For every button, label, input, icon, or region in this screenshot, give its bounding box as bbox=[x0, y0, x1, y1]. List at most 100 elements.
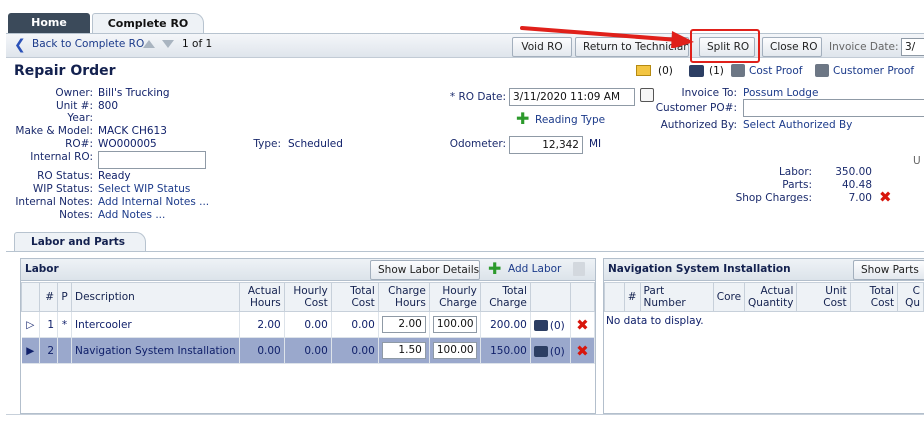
internal-notes-link[interactable]: Add Internal Notes ... bbox=[98, 196, 209, 208]
row-charge-hours[interactable]: 2.00 bbox=[378, 311, 430, 338]
internal-ro-input[interactable] bbox=[98, 151, 206, 169]
row-p: * bbox=[57, 311, 72, 338]
row-photos[interactable]: (0) bbox=[530, 311, 571, 338]
row-photo-count: (0) bbox=[549, 319, 565, 332]
make-model-value: MACK CH613 bbox=[98, 125, 167, 137]
unit-label: Unit #: bbox=[55, 100, 93, 112]
page-title: Repair Order bbox=[14, 63, 116, 79]
tab-complete-ro[interactable]: Complete RO bbox=[92, 13, 204, 34]
unit-value: 800 bbox=[98, 100, 119, 112]
labor-total-value: 350.00 bbox=[835, 166, 872, 178]
table-row[interactable]: ▶ 2 Navigation System Installation 0.00 … bbox=[21, 337, 596, 364]
back-arrow-icon[interactable]: ❮ bbox=[14, 38, 26, 52]
row-hourly-charge[interactable]: 100.00 bbox=[429, 337, 481, 364]
row-actual-hours: 0.00 bbox=[239, 337, 285, 364]
camera-icon[interactable] bbox=[533, 345, 548, 357]
col-hourly-charge: Hourly Charge bbox=[428, 282, 481, 312]
expand-icon[interactable]: ▶ bbox=[21, 337, 40, 364]
cost-proof-link[interactable]: Cost Proof bbox=[749, 65, 802, 77]
invoice-date-input[interactable]: 3/ bbox=[901, 38, 924, 56]
invoice-date-label: Invoice Date: bbox=[829, 41, 899, 53]
wip-status-link[interactable]: Select WIP Status bbox=[98, 183, 190, 195]
row-number: 1 bbox=[39, 311, 58, 338]
back-link[interactable]: Back to Complete RO bbox=[32, 38, 144, 50]
add-plus-icon[interactable]: ✚ bbox=[488, 261, 502, 277]
show-parts-button[interactable]: Show Parts bbox=[853, 260, 924, 280]
expander-col bbox=[21, 282, 40, 312]
parts-total-value: 40.48 bbox=[841, 179, 872, 191]
hourly-charge-input[interactable]: 100.00 bbox=[432, 316, 477, 333]
col-actual-hours: Actual Hours bbox=[238, 282, 285, 312]
printer-icon[interactable] bbox=[731, 64, 745, 77]
tab-home[interactable]: Home bbox=[8, 13, 90, 34]
highlight-box bbox=[690, 29, 760, 63]
delete-row-icon[interactable]: ✖ bbox=[576, 342, 589, 360]
labor-total-label: Labor: bbox=[778, 166, 812, 178]
close-ro-button[interactable]: Close RO bbox=[762, 37, 822, 57]
customer-proof-link[interactable]: Customer Proof bbox=[833, 65, 914, 77]
add-labor-link[interactable]: Add Labor bbox=[508, 263, 561, 275]
camera-icon[interactable] bbox=[533, 319, 548, 331]
ro-date-input[interactable]: 3/11/2020 11:09 AM bbox=[509, 88, 635, 106]
add-plus-icon[interactable]: ✚ bbox=[516, 111, 530, 127]
row-p bbox=[57, 337, 72, 364]
invoice-to-label: Invoice To: bbox=[681, 87, 737, 99]
invoice-to-link[interactable]: Possum Lodge bbox=[743, 87, 818, 99]
email-icon[interactable] bbox=[636, 65, 651, 76]
highlight-arrow bbox=[520, 26, 694, 48]
owner-value: Bill's Trucking bbox=[98, 87, 170, 99]
col-actual-quantity: Actual Quantity bbox=[744, 282, 798, 312]
row-total-cost: 0.00 bbox=[331, 311, 379, 338]
type-value: Scheduled bbox=[288, 138, 343, 150]
parts-panel: Navigation System Installation Show Part… bbox=[603, 258, 924, 414]
notes-label: Notes: bbox=[59, 209, 93, 221]
trash-icon[interactable] bbox=[573, 262, 585, 276]
reading-type-link[interactable]: Reading Type bbox=[535, 114, 605, 126]
delete-shop-charges-icon[interactable]: ✖ bbox=[879, 188, 892, 206]
email-count: (0) bbox=[658, 65, 673, 77]
parts-table-header: # Part Number Core Actual Quantity Unit … bbox=[604, 282, 924, 312]
row-photos[interactable]: (0) bbox=[530, 337, 571, 364]
row-hourly-charge[interactable]: 100.00 bbox=[429, 311, 481, 338]
calendar-icon[interactable] bbox=[640, 88, 654, 102]
labor-panel: Labor Show Labor Details ✚ Add Labor # P… bbox=[20, 258, 596, 414]
col-total-cost: Total Cost bbox=[330, 282, 379, 312]
expander-col bbox=[604, 282, 625, 312]
col-description: Description bbox=[71, 282, 240, 312]
ro-date-label: * RO Date: bbox=[449, 91, 506, 103]
hourly-charge-input[interactable]: 100.00 bbox=[432, 342, 477, 359]
col-number: # bbox=[39, 282, 58, 312]
labor-panel-title: Labor bbox=[25, 263, 59, 275]
row-photo-count: (0) bbox=[549, 345, 565, 358]
row-charge-hours[interactable]: 1.50 bbox=[378, 337, 430, 364]
charge-hours-input[interactable]: 2.00 bbox=[381, 316, 426, 333]
right-edge-letter: U bbox=[913, 155, 921, 167]
show-labor-details-button[interactable]: Show Labor Details bbox=[370, 260, 480, 280]
prev-icon[interactable] bbox=[143, 40, 155, 48]
parts-panel-header: Navigation System Installation Show Part… bbox=[604, 259, 924, 281]
col-total-charge: Total Charge bbox=[479, 282, 531, 312]
type-label: Type: bbox=[253, 138, 281, 150]
odometer-unit: MI bbox=[589, 138, 602, 150]
authorized-by-link[interactable]: Select Authorized By bbox=[743, 119, 852, 131]
odometer-input[interactable]: 12,342 bbox=[509, 136, 583, 154]
customer-po-input[interactable] bbox=[743, 99, 924, 117]
tab-labor-and-parts[interactable]: Labor and Parts bbox=[14, 232, 146, 252]
printer-icon[interactable] bbox=[815, 64, 829, 77]
row-delete[interactable]: ✖ bbox=[570, 337, 596, 364]
table-row[interactable]: ▷ 1 * Intercooler 2.00 0.00 0.00 2.00 10… bbox=[21, 311, 596, 338]
charge-hours-input[interactable]: 1.50 bbox=[381, 342, 426, 359]
col-p: P bbox=[57, 282, 72, 312]
labor-table: # P Description Actual Hours Hourly Cost… bbox=[21, 282, 596, 364]
row-delete[interactable]: ✖ bbox=[570, 311, 596, 338]
delete-row-icon[interactable]: ✖ bbox=[576, 316, 589, 334]
row-hourly-cost: 0.00 bbox=[284, 337, 332, 364]
next-icon[interactable] bbox=[162, 40, 174, 48]
internal-notes-label: Internal Notes: bbox=[15, 196, 93, 208]
row-actual-hours: 2.00 bbox=[239, 311, 285, 338]
section-divider bbox=[6, 251, 924, 252]
camera-icon[interactable] bbox=[689, 65, 704, 77]
labor-table-header: # P Description Actual Hours Hourly Cost… bbox=[21, 282, 596, 312]
expand-icon[interactable]: ▷ bbox=[21, 311, 40, 338]
notes-link[interactable]: Add Notes ... bbox=[98, 209, 165, 221]
